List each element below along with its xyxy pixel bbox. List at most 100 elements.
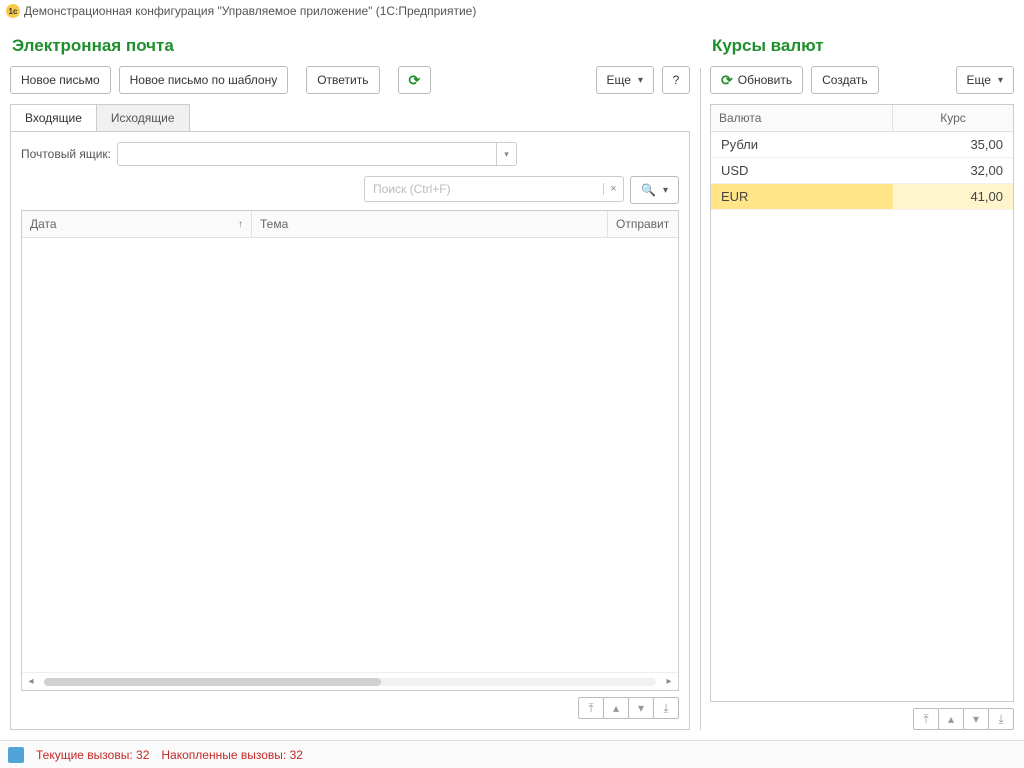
nav-down-button[interactable]: ▾ [963, 708, 989, 730]
rates-more-button[interactable]: Еще ▾ [956, 66, 1014, 94]
chevron-down-icon: ▾ [638, 75, 643, 86]
double-up-icon: ⤒ [588, 701, 593, 716]
rates-cell-rate: 32,00 [893, 158, 1013, 183]
nav-down-button[interactable]: ▾ [628, 697, 654, 719]
rates-nav-buttons: ⤒ ▴ ▾ ⤓ [710, 708, 1014, 730]
rates-create-button[interactable]: Создать [811, 66, 879, 94]
refresh-button[interactable]: ⟳ [398, 66, 432, 94]
rates-row[interactable]: EUR41,00 [711, 184, 1013, 210]
nav-first-button[interactable]: ⤒ [578, 697, 604, 719]
search-button[interactable]: 🔍 ▾ [630, 176, 679, 204]
status-accumulated-label: Накопленные вызовы: [161, 748, 286, 762]
rates-title: Курсы валют [712, 36, 1014, 56]
search-row: × 🔍 ▾ [21, 176, 679, 204]
email-panel: Электронная почта Новое письмо Новое пис… [10, 28, 690, 730]
double-up-icon: ⤒ [923, 712, 928, 727]
rates-table-body: Рубли35,00USD32,00EUR41,00 [711, 132, 1013, 701]
scroll-thumb[interactable] [44, 678, 381, 686]
search-input[interactable] [365, 182, 603, 196]
chevron-down-icon: ▾ [998, 75, 1003, 86]
rates-row[interactable]: USD32,00 [711, 158, 1013, 184]
status-accumulated: Накопленные вызовы: 32 [161, 748, 303, 762]
rates-table: Валюта Курс Рубли35,00USD32,00EUR41,00 [710, 104, 1014, 702]
mailbox-label: Почтовый ящик: [21, 147, 111, 161]
rates-refresh-button[interactable]: ⟳ Обновить [710, 66, 803, 94]
email-nav-buttons: ⤒ ▴ ▾ ⤓ [21, 697, 679, 719]
scroll-left-icon[interactable]: ◂ [22, 676, 40, 687]
up-icon: ▴ [948, 712, 954, 726]
col-sender[interactable]: Отправит [608, 211, 678, 237]
mailbox-input[interactable] [118, 143, 496, 165]
reply-button[interactable]: Ответить [306, 66, 379, 94]
status-current-label: Текущие вызовы: [36, 748, 133, 762]
email-title: Электронная почта [12, 36, 690, 56]
rates-table-header: Валюта Курс [711, 105, 1013, 132]
email-table-header: Дата ↑ Тема Отправит [22, 211, 678, 238]
search-icon: 🔍 [641, 183, 656, 197]
refresh-icon: ⟳ [409, 72, 421, 89]
mailbox-combo[interactable]: ▾ [117, 142, 517, 166]
more-label: Еще [607, 73, 631, 87]
col-subject-label: Тема [260, 217, 288, 231]
up-icon: ▴ [613, 701, 619, 715]
search-box: × [364, 176, 624, 202]
rates-cell-rate: 35,00 [893, 132, 1013, 157]
status-current: Текущие вызовы: 32 [36, 748, 149, 762]
new-mail-button[interactable]: Новое письмо [10, 66, 111, 94]
nav-up-button[interactable]: ▴ [603, 697, 629, 719]
more-button[interactable]: Еще ▾ [596, 66, 654, 94]
nav-last-button[interactable]: ⤓ [653, 697, 679, 719]
rates-row[interactable]: Рубли35,00 [711, 132, 1013, 158]
status-current-value: 32 [136, 748, 149, 762]
titlebar: 1c Демонстрационная конфигурация "Управл… [0, 0, 1024, 22]
nav-last-button[interactable]: ⤓ [988, 708, 1014, 730]
rates-cell-currency: USD [711, 158, 893, 183]
close-icon: × [610, 183, 616, 195]
down-icon: ▾ [638, 701, 644, 715]
sort-asc-icon: ↑ [238, 219, 243, 230]
app-icon: 1c [6, 4, 20, 18]
mailbox-dropdown-button[interactable]: ▾ [496, 143, 516, 165]
col-sender-label: Отправит [616, 217, 669, 231]
col-currency[interactable]: Валюта [711, 105, 893, 131]
double-down-icon: ⤓ [663, 701, 668, 716]
rates-cell-currency: Рубли [711, 132, 893, 157]
new-mail-template-button[interactable]: Новое письмо по шаблону [119, 66, 289, 94]
help-button[interactable]: ? [662, 66, 690, 94]
splitter[interactable] [690, 28, 710, 730]
chevron-down-icon: ▾ [504, 149, 509, 160]
rates-panel: Курсы валют ⟳ Обновить Создать Еще ▾ Вал… [710, 28, 1014, 730]
status-accumulated-value: 32 [290, 748, 303, 762]
col-currency-label: Валюта [719, 111, 761, 125]
tab-content: Почтовый ящик: ▾ × 🔍 ▾ [10, 131, 690, 730]
nav-up-button[interactable]: ▴ [938, 708, 964, 730]
nav-first-button[interactable]: ⤒ [913, 708, 939, 730]
scroll-right-icon[interactable]: ▸ [660, 676, 678, 687]
col-rate-label: Курс [940, 111, 966, 125]
email-table-body [22, 238, 678, 672]
tab-inbox[interactable]: Входящие [10, 104, 97, 132]
window-title: Демонстрационная конфигурация "Управляем… [24, 4, 476, 18]
scroll-track[interactable] [44, 678, 656, 686]
refresh-icon: ⟳ [721, 72, 733, 89]
rates-cell-rate: 41,00 [893, 184, 1013, 209]
rates-toolbar: ⟳ Обновить Создать Еще ▾ [710, 66, 1014, 94]
main-area: Электронная почта Новое письмо Новое пис… [0, 22, 1024, 740]
rates-refresh-label: Обновить [738, 73, 792, 87]
statusbar: Текущие вызовы: 32 Накопленные вызовы: 3… [0, 740, 1024, 768]
col-rate[interactable]: Курс [893, 105, 1013, 131]
rates-cell-currency: EUR [711, 184, 893, 209]
email-toolbar: Новое письмо Новое письмо по шаблону Отв… [10, 66, 690, 94]
col-date-label: Дата [30, 217, 57, 231]
clear-search-button[interactable]: × [603, 183, 623, 195]
email-tabs: Входящие Исходящие [10, 104, 690, 132]
email-table: Дата ↑ Тема Отправит ◂ ▸ [21, 210, 679, 691]
col-subject[interactable]: Тема [252, 211, 608, 237]
mailbox-row: Почтовый ящик: ▾ [21, 142, 679, 166]
col-date[interactable]: Дата ↑ [22, 211, 252, 237]
tab-outbox[interactable]: Исходящие [97, 104, 190, 132]
rates-more-label: Еще [967, 73, 991, 87]
down-icon: ▾ [973, 712, 979, 726]
chevron-down-icon: ▾ [663, 185, 668, 196]
horizontal-scrollbar[interactable]: ◂ ▸ [22, 672, 678, 690]
